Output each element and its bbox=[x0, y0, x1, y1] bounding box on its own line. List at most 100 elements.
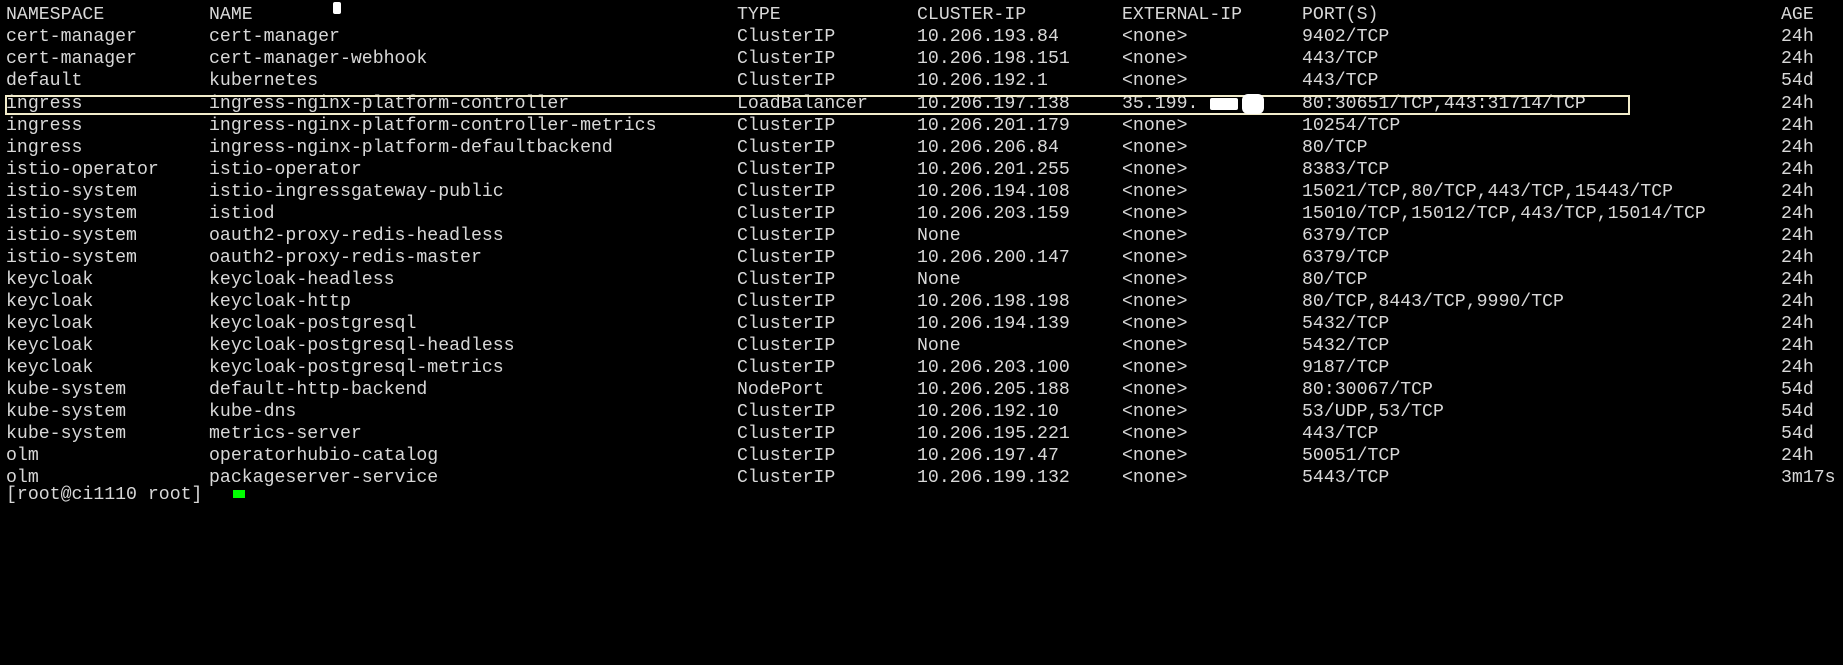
cell-type: ClusterIP bbox=[737, 358, 836, 378]
cell-ports: 443/TCP bbox=[1302, 71, 1379, 91]
cell-name: istio-operator bbox=[209, 160, 362, 180]
shell-prompt[interactable]: [root@ci1110 root] bbox=[0, 484, 202, 506]
cell-name: operatorhubio-catalog bbox=[209, 446, 439, 466]
cell-age: 54d bbox=[1781, 71, 1814, 91]
cell-type: NodePort bbox=[737, 380, 825, 400]
header-cluster-ip: CLUSTER-IP bbox=[917, 5, 1027, 25]
cell-age: 24h bbox=[1781, 314, 1814, 334]
cell-namespace: cert-manager bbox=[6, 49, 137, 69]
cell-name: packageserver-service bbox=[209, 468, 439, 488]
terminal-window[interactable]: NAMESPACE NAME TYPE CLUSTER-IP EXTERNAL-… bbox=[0, 0, 1843, 505]
table-row: istio-operator istio-operator ClusterIP … bbox=[0, 159, 1843, 181]
cell-external-ip: <none> bbox=[1122, 138, 1188, 158]
cell-ports: 15010/TCP,15012/TCP,443/TCP,15014/TCP bbox=[1302, 204, 1706, 224]
cell-external-ip: <none> bbox=[1122, 160, 1188, 180]
cell-type: ClusterIP bbox=[737, 314, 836, 334]
header-name: NAME bbox=[209, 5, 253, 25]
cell-external-ip: <none> bbox=[1122, 380, 1188, 400]
table-row: olm operatorhubio-catalog ClusterIP 10.2… bbox=[0, 445, 1843, 467]
cell-name: cert-manager bbox=[209, 27, 340, 47]
table-row: default kubernetes ClusterIP 10.206.192.… bbox=[0, 70, 1843, 92]
cell-type: ClusterIP bbox=[737, 270, 836, 290]
table-row: kube-system metrics-server ClusterIP 10.… bbox=[0, 423, 1843, 445]
cell-cluster-ip: 10.206.197.138 bbox=[917, 94, 1070, 114]
cell-external-ip: <none> bbox=[1122, 204, 1188, 224]
table-row: ingress ingress-nginx-platform-controlle… bbox=[0, 115, 1843, 137]
cell-ports: 443/TCP bbox=[1302, 49, 1379, 69]
cell-age: 24h bbox=[1781, 182, 1814, 202]
cell-name: keycloak-postgresql-headless bbox=[209, 336, 515, 356]
header-age: AGE bbox=[1781, 5, 1814, 25]
cell-namespace: kube-system bbox=[6, 402, 127, 422]
cell-name: istiod bbox=[209, 204, 275, 224]
cell-age: 24h bbox=[1781, 138, 1814, 158]
cell-type: ClusterIP bbox=[737, 292, 836, 312]
cell-age: 24h bbox=[1781, 446, 1814, 466]
cell-ports: 5432/TCP bbox=[1302, 314, 1390, 334]
redaction-mark bbox=[333, 2, 341, 14]
cell-ports: 5432/TCP bbox=[1302, 336, 1390, 356]
cell-external-ip: <none> bbox=[1122, 314, 1188, 334]
table-row: cert-manager cert-manager-webhook Cluste… bbox=[0, 48, 1843, 70]
cell-type: ClusterIP bbox=[737, 336, 836, 356]
cell-age: 24h bbox=[1781, 27, 1814, 47]
cell-cluster-ip: 10.206.200.147 bbox=[917, 248, 1070, 268]
cell-type: ClusterIP bbox=[737, 71, 836, 91]
cell-cluster-ip: 10.206.199.132 bbox=[917, 468, 1070, 488]
cell-age: 54d bbox=[1781, 424, 1814, 444]
cell-age: 24h bbox=[1781, 226, 1814, 246]
cell-external-ip: 35.199. bbox=[1122, 94, 1199, 114]
cell-external-ip: <none> bbox=[1122, 358, 1188, 378]
cell-type: LoadBalancer bbox=[737, 94, 868, 114]
cell-name: oauth2-proxy-redis-master bbox=[209, 248, 482, 268]
cell-type: ClusterIP bbox=[737, 138, 836, 158]
cell-namespace: istio-system bbox=[6, 204, 137, 224]
cell-external-ip: <none> bbox=[1122, 182, 1188, 202]
cell-namespace: keycloak bbox=[6, 314, 94, 334]
cell-external-ip: <none> bbox=[1122, 116, 1188, 136]
cell-age: 24h bbox=[1781, 270, 1814, 290]
cell-ports: 10254/TCP bbox=[1302, 116, 1401, 136]
cell-cluster-ip: 10.206.203.159 bbox=[917, 204, 1070, 224]
cell-namespace: kube-system bbox=[6, 380, 127, 400]
cell-namespace: keycloak bbox=[6, 358, 94, 378]
cell-age: 54d bbox=[1781, 402, 1814, 422]
cell-type: ClusterIP bbox=[737, 116, 836, 136]
table-row: ingress ingress-nginx-platform-defaultba… bbox=[0, 137, 1843, 159]
cell-ports: 53/UDP,53/TCP bbox=[1302, 402, 1444, 422]
cell-ports: 80/TCP bbox=[1302, 270, 1368, 290]
cell-age: 3m17s bbox=[1781, 468, 1836, 488]
cell-age: 24h bbox=[1781, 248, 1814, 268]
cell-namespace: keycloak bbox=[6, 292, 94, 312]
cell-cluster-ip: 10.206.192.1 bbox=[917, 71, 1048, 91]
cell-type: ClusterIP bbox=[737, 182, 836, 202]
cell-cluster-ip: 10.206.194.139 bbox=[917, 314, 1070, 334]
cell-ports: 5443/TCP bbox=[1302, 468, 1390, 488]
cell-age: 54d bbox=[1781, 380, 1814, 400]
header-namespace: NAMESPACE bbox=[6, 5, 105, 25]
cell-namespace: ingress bbox=[6, 138, 83, 158]
table-header: NAMESPACE NAME TYPE CLUSTER-IP EXTERNAL-… bbox=[0, 4, 1843, 26]
cell-type: ClusterIP bbox=[737, 226, 836, 246]
cell-namespace: ingress bbox=[6, 116, 83, 136]
cell-ports: 9402/TCP bbox=[1302, 27, 1390, 47]
cell-cluster-ip: 10.206.198.198 bbox=[917, 292, 1070, 312]
cell-name: metrics-server bbox=[209, 424, 362, 444]
cell-ports: 9187/TCP bbox=[1302, 358, 1390, 378]
cell-namespace: istio-operator bbox=[6, 160, 159, 180]
cell-ports: 6379/TCP bbox=[1302, 226, 1390, 246]
cell-external-ip: <none> bbox=[1122, 468, 1188, 488]
cell-name: cert-manager-webhook bbox=[209, 49, 428, 69]
cell-type: ClusterIP bbox=[737, 160, 836, 180]
cell-ports: 50051/TCP bbox=[1302, 446, 1401, 466]
cell-type: ClusterIP bbox=[737, 27, 836, 47]
cell-ports: 443/TCP bbox=[1302, 424, 1379, 444]
cell-cluster-ip: 10.206.194.108 bbox=[917, 182, 1070, 202]
cell-external-ip: <none> bbox=[1122, 27, 1188, 47]
cell-name: ingress-nginx-platform-controller-metric… bbox=[209, 116, 657, 136]
cell-namespace: keycloak bbox=[6, 270, 94, 290]
table-row: kube-system kube-dns ClusterIP 10.206.19… bbox=[0, 401, 1843, 423]
prompt-text: [root@ci1110 root] bbox=[6, 485, 203, 505]
cell-namespace: istio-system bbox=[6, 182, 137, 202]
cell-namespace: istio-system bbox=[6, 248, 137, 268]
